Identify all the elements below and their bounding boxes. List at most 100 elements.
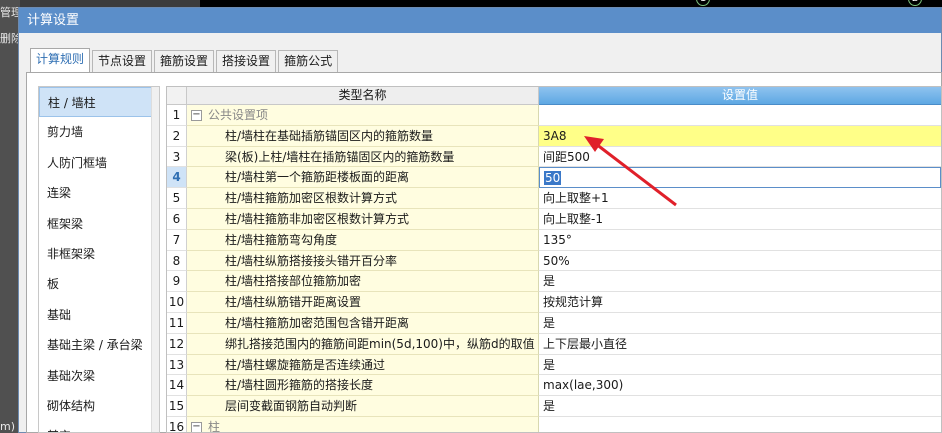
collapse-toggle-icon[interactable]: − [191, 110, 202, 121]
setting-value-cell[interactable]: 是 [539, 312, 941, 334]
category-item-foundation[interactable]: 基础 [39, 300, 159, 330]
category-item-other[interactable]: 其它 [39, 421, 159, 432]
setting-value-text: max(lae,300) [543, 378, 624, 393]
table-row[interactable]: 15 层间变截面钢筋自动判断 是 [167, 396, 941, 417]
category-item-coupling-beam[interactable]: 连梁 [39, 178, 159, 208]
type-name-cell: 绑扎搭接范围内的箍筋间距min(5d,100)中，纵筋d的取值 [187, 333, 539, 355]
tab-calc-rules[interactable]: 计算规则 [30, 48, 91, 72]
category-item-non-frame-beam[interactable]: 非框架梁 [39, 239, 159, 269]
setting-value-text: 是 [543, 399, 556, 414]
setting-value-text: 向上取整-1 [543, 211, 603, 226]
type-name-text: 柱/墙柱第一个箍筋距楼板面的距离 [225, 170, 410, 185]
type-name-cell: 梁(板)上柱/墙柱在插筋锚固区内的箍筋数量 [187, 146, 539, 168]
row-number[interactable]: 10 [167, 292, 187, 313]
setting-value-cell[interactable]: 上下层最小直径 [539, 333, 941, 355]
setting-value-cell[interactable]: 是 [539, 271, 941, 293]
setting-value-cell[interactable]: 向上取整-1 [539, 208, 941, 230]
table-row[interactable]: 14 柱/墙柱圆形箍筋的搭接长度 max(lae,300) [167, 375, 941, 397]
row-number[interactable]: 16 [167, 416, 187, 432]
group-name-cell: − 柱 [187, 416, 539, 433]
table-row[interactable]: 8 柱/墙柱纵筋搭接接头错开百分率 50% [167, 250, 941, 272]
category-list: 柱 / 墙柱 剪力墙 人防门框墙 连梁 框架梁 非框架梁 板 基础 基础主梁 /… [38, 86, 160, 433]
category-item-shear-wall[interactable]: 剪力墙 [39, 117, 159, 147]
type-name-text: 柱/墙柱箍筋加密区根数计算方式 [225, 191, 398, 206]
table-row[interactable]: 5 柱/墙柱箍筋加密区根数计算方式 向上取整+1 [167, 188, 941, 209]
type-name-text: 公共设置项 [208, 108, 269, 122]
type-name-cell: 柱/墙柱纵筋搭接接头错开百分率 [187, 250, 539, 272]
type-name-cell: 柱/墙柱箍筋弯勾角度 [187, 229, 539, 251]
category-item-column[interactable]: 柱 / 墙柱 [39, 87, 159, 118]
row-number[interactable]: 11 [167, 312, 187, 334]
type-name-cell: 柱/墙柱箍筋加密范围包含错开距离 [187, 312, 539, 334]
category-item-civil-defense-door-wall[interactable]: 人防门框墙 [39, 148, 159, 178]
table-row[interactable]: 4 柱/墙柱第一个箍筋距楼板面的距离 50 [167, 167, 941, 189]
type-name-text: 柱/墙柱搭接部位箍筋加密 [225, 274, 362, 289]
table-row[interactable]: 11 柱/墙柱箍筋加密范围包含错开距离 是 [167, 312, 941, 334]
row-number[interactable]: 4 [167, 167, 187, 189]
table-row[interactable]: 2 柱/墙柱在基础插筋锚固区内的箍筋数量 3A8 [167, 125, 941, 147]
setting-value-text: 是 [543, 357, 556, 372]
setting-value-text: 135° [543, 232, 572, 247]
tab-stirrup-formula[interactable]: 箍筋公式 [278, 50, 339, 72]
type-name-text: 柱 [208, 419, 221, 433]
type-name-cell: 柱/墙柱箍筋加密区根数计算方式 [187, 188, 539, 209]
type-name-cell: 柱/墙柱在基础插筋锚固区内的箍筋数量 [187, 125, 539, 147]
row-number[interactable]: 15 [167, 396, 187, 417]
type-name-text: 层间变截面钢筋自动判断 [225, 399, 358, 414]
setting-value-cell[interactable] [539, 416, 941, 432]
setting-value-cell[interactable] [539, 105, 941, 126]
tab-node-settings[interactable]: 节点设置 [92, 50, 153, 72]
row-number[interactable]: 8 [167, 250, 187, 272]
row-number[interactable]: 1 [167, 105, 187, 126]
row-number[interactable]: 14 [167, 375, 187, 397]
collapse-toggle-icon[interactable]: − [191, 421, 202, 432]
setting-value-cell[interactable]: 是 [539, 354, 941, 376]
table-row[interactable]: 12 绑扎搭接范围内的箍筋间距min(5d,100)中，纵筋d的取值 上下层最小直径 [167, 333, 941, 355]
table-row[interactable]: 9 柱/墙柱搭接部位箍筋加密 是 [167, 271, 941, 293]
setting-value-cell[interactable]: 向上取整+1 [539, 188, 941, 209]
setting-value-text: 向上取整+1 [543, 191, 609, 206]
category-item-slab[interactable]: 板 [39, 269, 159, 299]
background-sidebar [0, 0, 20, 433]
settings-grid: 类型名称 设置值 1− 公共设置项 2 柱/墙柱在基础插筋锚固区内的箍筋数量 3A8 3 梁… [166, 86, 942, 433]
setting-value-cell[interactable]: max(lae,300) [539, 375, 941, 397]
setting-value-cell[interactable]: 50% [539, 250, 941, 272]
setting-value-cell[interactable]: 间距500 [539, 146, 941, 168]
row-number[interactable]: 12 [167, 333, 187, 355]
row-number[interactable]: 3 [167, 146, 187, 168]
table-row[interactable]: 13 柱/墙柱螺旋箍筋是否连续通过 是 [167, 354, 941, 376]
type-name-text: 梁(板)上柱/墙柱在插筋锚固区内的箍筋数量 [225, 149, 455, 164]
type-name-cell: 柱/墙柱圆形箍筋的搭接长度 [187, 375, 539, 397]
table-row[interactable]: 6 柱/墙柱箍筋非加密区根数计算方式 向上取整-1 [167, 208, 941, 230]
type-name-text: 绑扎搭接范围内的箍筋间距min(5d,100)中，纵筋d的取值 [225, 336, 535, 351]
table-row[interactable]: 7 柱/墙柱箍筋弯勾角度 135° [167, 229, 941, 251]
header-setting-value[interactable]: 设置值 [539, 87, 941, 105]
setting-value-cell[interactable]: 按规范计算 [539, 292, 941, 313]
type-name-cell: 层间变截面钢筋自动判断 [187, 396, 539, 417]
category-item-foundation-main-beam[interactable]: 基础主梁 / 承台梁 [39, 330, 159, 360]
row-number[interactable]: 6 [167, 208, 187, 230]
row-number[interactable]: 7 [167, 229, 187, 251]
type-name-cell: 柱/墙柱第一个箍筋距楼板面的距离 [187, 167, 539, 189]
tab-lap-settings[interactable]: 搭接设置 [216, 50, 277, 72]
category-item-masonry[interactable]: 砌体结构 [39, 391, 159, 421]
setting-value-cell[interactable]: 是 [539, 396, 941, 417]
setting-value-editor[interactable]: 50 [539, 167, 941, 189]
category-item-frame-beam[interactable]: 框架梁 [39, 209, 159, 239]
row-number[interactable]: 13 [167, 354, 187, 376]
category-item-foundation-secondary-beam[interactable]: 基础次梁 [39, 361, 159, 391]
header-type-name[interactable]: 类型名称 [187, 87, 539, 105]
table-row[interactable]: 1− 公共设置项 [167, 105, 941, 126]
row-number[interactable]: 2 [167, 125, 187, 147]
tab-stirrup-settings[interactable]: 箍筋设置 [154, 50, 215, 72]
row-number[interactable]: 5 [167, 188, 187, 209]
table-row[interactable]: 10 柱/墙柱纵筋错开距离设置 按规范计算 [167, 292, 941, 313]
type-name-text: 柱/墙柱螺旋箍筋是否连续通过 [225, 357, 386, 372]
setting-value-cell[interactable]: 135° [539, 229, 941, 251]
row-number[interactable]: 9 [167, 271, 187, 293]
table-row[interactable]: 16− 柱 [167, 416, 941, 433]
setting-value-cell[interactable]: 3A8 [539, 125, 941, 147]
dialog-title[interactable]: 计算设置 [19, 8, 941, 33]
table-row[interactable]: 3 梁(板)上柱/墙柱在插筋锚固区内的箍筋数量 间距500 [167, 146, 941, 168]
category-scrollbar[interactable] [151, 87, 159, 432]
